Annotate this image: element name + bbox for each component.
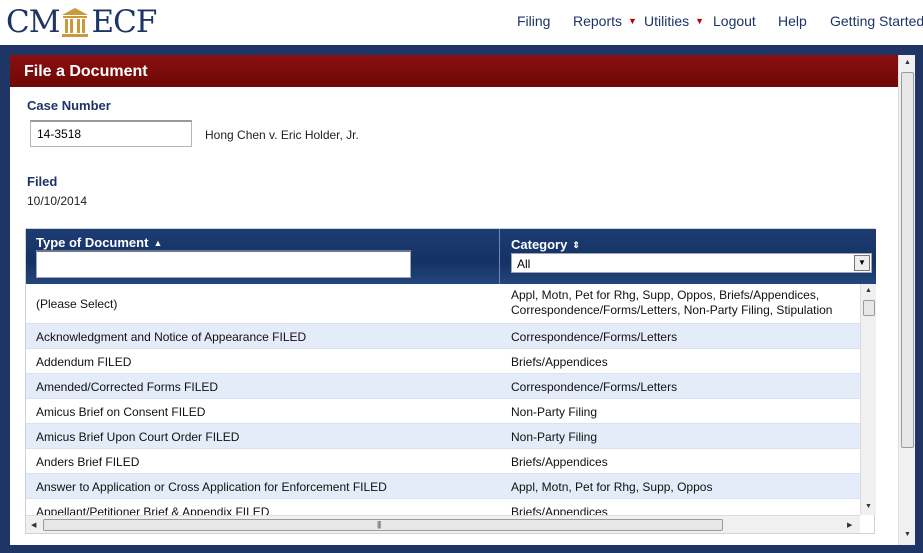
row-category: Non-Party Filing [511,405,598,419]
cmecf-logo[interactable]: CM ECF [6,4,157,40]
nav-filing[interactable]: Filing [517,13,550,29]
category-select[interactable]: All ▼ [511,253,872,273]
row-type: Anders Brief FILED [36,455,140,469]
nav-utilities-label: Utilities [644,13,690,29]
category-sort-header[interactable]: Category ⇕ [511,237,580,252]
table-row[interactable]: Answer to Application or Cross Applicati… [26,474,860,499]
table-row[interactable]: (Please Select) Appl, Motn, Pet for Rhg,… [26,284,860,324]
scroll-down-icon[interactable]: ▼ [904,531,911,538]
scroll-thumb[interactable] [863,300,875,316]
row-type: Appellant/Petitioner Brief & Appendix FI… [36,505,270,515]
case-number-input[interactable] [30,120,192,147]
document-type-table: Type of Document ▲ Category ⇕ All ▼ (Pleas… [25,228,876,534]
scroll-left-icon[interactable]: ◀ [31,521,36,529]
row-type: Amended/Corrected Forms FILED [36,380,219,394]
caret-down-icon: ▼ [695,16,705,26]
nav-utilities[interactable]: Utilities ▼ [644,13,704,29]
courthouse-pillar-icon [62,8,89,37]
row-type: (Please Select) [36,297,118,311]
table-header: Type of Document ▲ Category ⇕ All ▼ [26,229,876,284]
sort-asc-icon: ▲ [153,238,163,248]
type-sort-header[interactable]: Type of Document ▲ [36,235,162,250]
nav-reports[interactable]: Reports ▼ [573,13,637,29]
table-row[interactable]: Amicus Brief Upon Court Order FILED Non-… [26,424,860,449]
nav-logout-label: Logout [713,13,756,29]
row-category: Appl, Motn, Pet for Rhg, Supp, Oppos, Br… [511,288,832,318]
filed-date: 10/10/2014 [27,194,88,208]
category-column-header: Category ⇕ All ▼ [501,229,876,284]
table-body: (Please Select) Appl, Motn, Pet for Rhg,… [26,284,860,515]
row-type: Amicus Brief Upon Court Order FILED [36,430,240,444]
scroll-down-icon[interactable]: ▼ [865,503,872,510]
caret-down-icon: ▼ [628,16,637,26]
nav-help-label: Help [778,13,807,29]
row-type: Answer to Application or Cross Applicati… [36,480,387,494]
grip-icon: ||| [377,520,381,529]
chevron-down-icon[interactable]: ▼ [854,255,870,271]
table-row[interactable]: Amended/Corrected Forms FILED Correspond… [26,374,860,399]
row-category: Briefs/Appendices [511,355,608,369]
nav-reports-label: Reports [573,13,623,29]
file-document-panel: File a Document Case Number Hong Chen v.… [10,55,898,545]
table-row[interactable]: Anders Brief FILED Briefs/Appendices [26,449,860,474]
scroll-right-icon[interactable]: ▶ [847,521,852,529]
case-number-label: Case Number [27,98,111,113]
row-category: Non-Party Filing [511,430,598,444]
row-category-line2: Correspondence/Forms/Letters, Non-Party … [511,303,833,317]
logo-text-left: CM [6,4,60,40]
type-header-label: Type of Document [36,235,149,250]
case-caption: Hong Chen v. Eric Holder, Jr. [205,128,359,142]
scroll-thumb[interactable]: ||| [43,519,723,531]
nav-getting-started[interactable]: Getting Started [830,13,923,29]
table-row[interactable]: Acknowledgment and Notice of Appearance … [26,324,860,349]
nav-help[interactable]: Help [778,13,807,29]
type-column-header: Type of Document ▲ [26,229,500,284]
table-row[interactable]: Amicus Brief on Consent FILED Non-Party … [26,399,860,424]
row-type: Addendum FILED [36,355,132,369]
row-type: Amicus Brief on Consent FILED [36,405,206,419]
nav-filing-label: Filing [517,13,551,29]
row-category: Correspondence/Forms/Letters [511,330,678,344]
nav-logout[interactable]: Logout [713,13,756,29]
table-row[interactable]: Appellant/Petitioner Brief & Appendix FI… [26,499,860,515]
top-bar: CM ECF Filing Reports ▼ Utilities ▼ Logout… [0,0,923,45]
row-category: Briefs/Appendices [511,505,608,515]
row-category: Briefs/Appendices [511,455,608,469]
row-category: Correspondence/Forms/Letters [511,380,678,394]
category-selected-value: All [517,257,531,271]
scroll-thumb[interactable] [901,72,914,448]
table-vertical-scrollbar[interactable]: ▲ ▼ [860,284,876,515]
filed-label: Filed [27,174,58,189]
row-category-line1: Appl, Motn, Pet for Rhg, Supp, Oppos, Br… [511,288,820,302]
scroll-up-icon[interactable]: ▲ [904,59,911,66]
row-type: Acknowledgment and Notice of Appearance … [36,330,307,344]
table-horizontal-scrollbar[interactable]: ◀ ||| ▶ [26,515,860,533]
nav-getting-started-label: Getting Started [830,13,923,29]
panel-title: File a Document [10,55,898,87]
table-row[interactable]: Addendum FILED Briefs/Appendices [26,349,860,374]
category-header-label: Category [511,237,568,252]
page-vertical-scrollbar[interactable]: ▲ ▼ [898,55,915,545]
row-category: Appl, Motn, Pet for Rhg, Supp, Oppos [511,480,713,494]
type-filter-input[interactable] [36,250,411,278]
sort-both-icon: ⇕ [572,240,580,250]
logo-text-right: ECF [91,4,157,40]
scroll-up-icon[interactable]: ▲ [865,287,872,294]
